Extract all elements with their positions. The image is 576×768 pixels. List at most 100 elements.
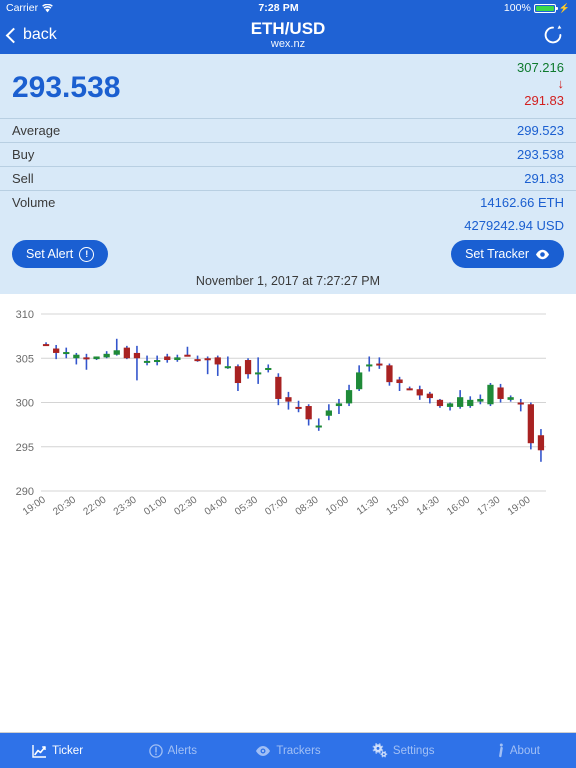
candle-body	[93, 356, 100, 360]
candle-body	[396, 379, 403, 384]
set-tracker-button[interactable]: Set Tracker	[451, 240, 564, 268]
x-axis-tick-label: 01:00	[142, 494, 169, 518]
app-root: Carrier 7:28 PM 100% ⚡ back ETH/USD wex.…	[0, 0, 576, 768]
candle-body	[305, 406, 312, 420]
eye-icon	[535, 249, 550, 260]
candle-body	[487, 384, 494, 405]
set-alert-label: Set Alert	[26, 247, 74, 261]
tab-about-label: About	[509, 744, 540, 757]
stat-label-buy: Buy	[12, 147, 35, 162]
candlestick	[406, 386, 413, 391]
candlestick	[93, 356, 100, 361]
last-price: 293.538	[12, 71, 121, 104]
candle-body	[275, 376, 282, 399]
stat-label-volume: Volume	[12, 195, 56, 210]
set-alert-button[interactable]: Set Alert !	[12, 240, 109, 268]
candlestick	[305, 404, 312, 426]
candlestick	[174, 354, 181, 362]
stat-value-buy: 293.538	[517, 147, 564, 162]
tab-alerts[interactable]: Alerts	[115, 733, 230, 768]
tab-bar: Ticker Alerts Trackers Settings About	[0, 732, 576, 768]
candle-body	[366, 364, 373, 367]
back-button[interactable]: back	[0, 26, 57, 44]
stat-label-average: Average	[12, 123, 61, 138]
x-axis-tick-label: 10:00	[324, 494, 351, 518]
candle-body	[537, 435, 545, 451]
candlestick	[214, 355, 221, 376]
candlestick	[83, 353, 90, 370]
candle-body	[113, 350, 120, 355]
high-price: 307.216	[517, 60, 564, 75]
status-bar-clock: 7:28 PM	[258, 2, 299, 14]
y-axis-tick-label: 300	[16, 398, 34, 410]
candlestick	[234, 364, 242, 391]
candlestick	[436, 398, 444, 408]
x-axis-tick-label: 20:30	[51, 494, 78, 518]
candle-body	[255, 372, 262, 375]
candlestick	[63, 347, 70, 359]
x-axis-tick-label: 19:00	[506, 494, 533, 518]
stat-value-volume-base: 14162.66 ETH	[480, 195, 564, 210]
candle-body	[143, 360, 151, 363]
candle-body	[406, 388, 413, 391]
candlestick	[255, 357, 262, 384]
price-chart[interactable]: 290 295 300 305 310 19:00 20:30 22:00 23:30 01:00…	[0, 294, 576, 732]
battery-percent-label: 100%	[503, 2, 531, 14]
ticker-info-panel: 293.538 307.216 ↓ 291.83 Average 299.523…	[0, 54, 576, 294]
candle-body	[325, 410, 332, 416]
candlestick	[507, 395, 514, 402]
refresh-icon	[544, 25, 562, 44]
exclamation-circle-icon	[148, 743, 163, 758]
x-axis-tick-label: 17:30	[475, 494, 502, 518]
refresh-button[interactable]	[542, 24, 564, 46]
candle-body	[194, 359, 201, 362]
x-axis-tick-label: 22:00	[82, 494, 109, 518]
navigation-bar: back ETH/USD wex.nz	[0, 16, 576, 54]
x-axis-tick-label: 11:30	[355, 494, 382, 517]
candlestick	[517, 398, 524, 412]
status-bar: Carrier 7:28 PM 100% ⚡	[0, 0, 576, 16]
candlestick	[275, 373, 282, 406]
candlestick	[265, 364, 272, 373]
tab-ticker[interactable]: Ticker	[0, 733, 115, 768]
update-timestamp: November 1, 2017 at 7:27:27 PM	[195, 274, 381, 288]
candlestick-chart-svg[interactable]: 290 295 300 305 310 19:00 20:30 22:00 23:30 01:00…	[0, 294, 576, 524]
chevron-left-icon	[5, 27, 22, 43]
candlestick	[376, 357, 383, 369]
candle-body	[204, 358, 211, 361]
candlestick	[386, 363, 393, 386]
tab-ticker-label: Ticker	[52, 744, 84, 757]
page-subtitle: wex.nz	[270, 38, 306, 50]
candle-body	[244, 360, 252, 375]
candle-body	[345, 390, 353, 404]
candlestick	[123, 345, 130, 360]
y-axis-tick-label: 305	[16, 353, 34, 365]
candle-body	[376, 363, 383, 366]
candlestick	[345, 384, 353, 407]
tab-trackers[interactable]: Trackers	[230, 733, 345, 768]
price-row: 293.538 307.216 ↓ 291.83	[0, 54, 576, 118]
candlestick	[416, 385, 423, 400]
candle-body	[386, 365, 393, 383]
candle-body	[295, 406, 302, 409]
candle-body	[467, 399, 474, 407]
set-tracker-label: Set Tracker	[465, 247, 529, 261]
x-axis-tick-label: 02:30	[172, 494, 199, 518]
candlestick	[285, 391, 292, 410]
candle-body	[517, 402, 524, 405]
candlestick	[497, 383, 504, 403]
tab-settings-label: Settings	[392, 744, 435, 757]
status-bar-right: 100% ⚡	[504, 2, 570, 14]
x-axis-tick-label: 14:30	[415, 494, 442, 518]
tab-about[interactable]: About	[461, 733, 576, 768]
candlestick	[527, 402, 534, 450]
candlestick	[335, 398, 343, 415]
candlestick	[325, 404, 332, 421]
candle-body	[63, 352, 70, 355]
candle-body	[426, 393, 433, 399]
candlestick	[154, 355, 161, 366]
tab-settings[interactable]: Settings	[346, 733, 461, 768]
nav-title-group: ETH/USD wex.nz	[0, 19, 576, 51]
gears-icon	[372, 743, 388, 758]
x-axis-tick-label: 07:00	[263, 494, 290, 518]
